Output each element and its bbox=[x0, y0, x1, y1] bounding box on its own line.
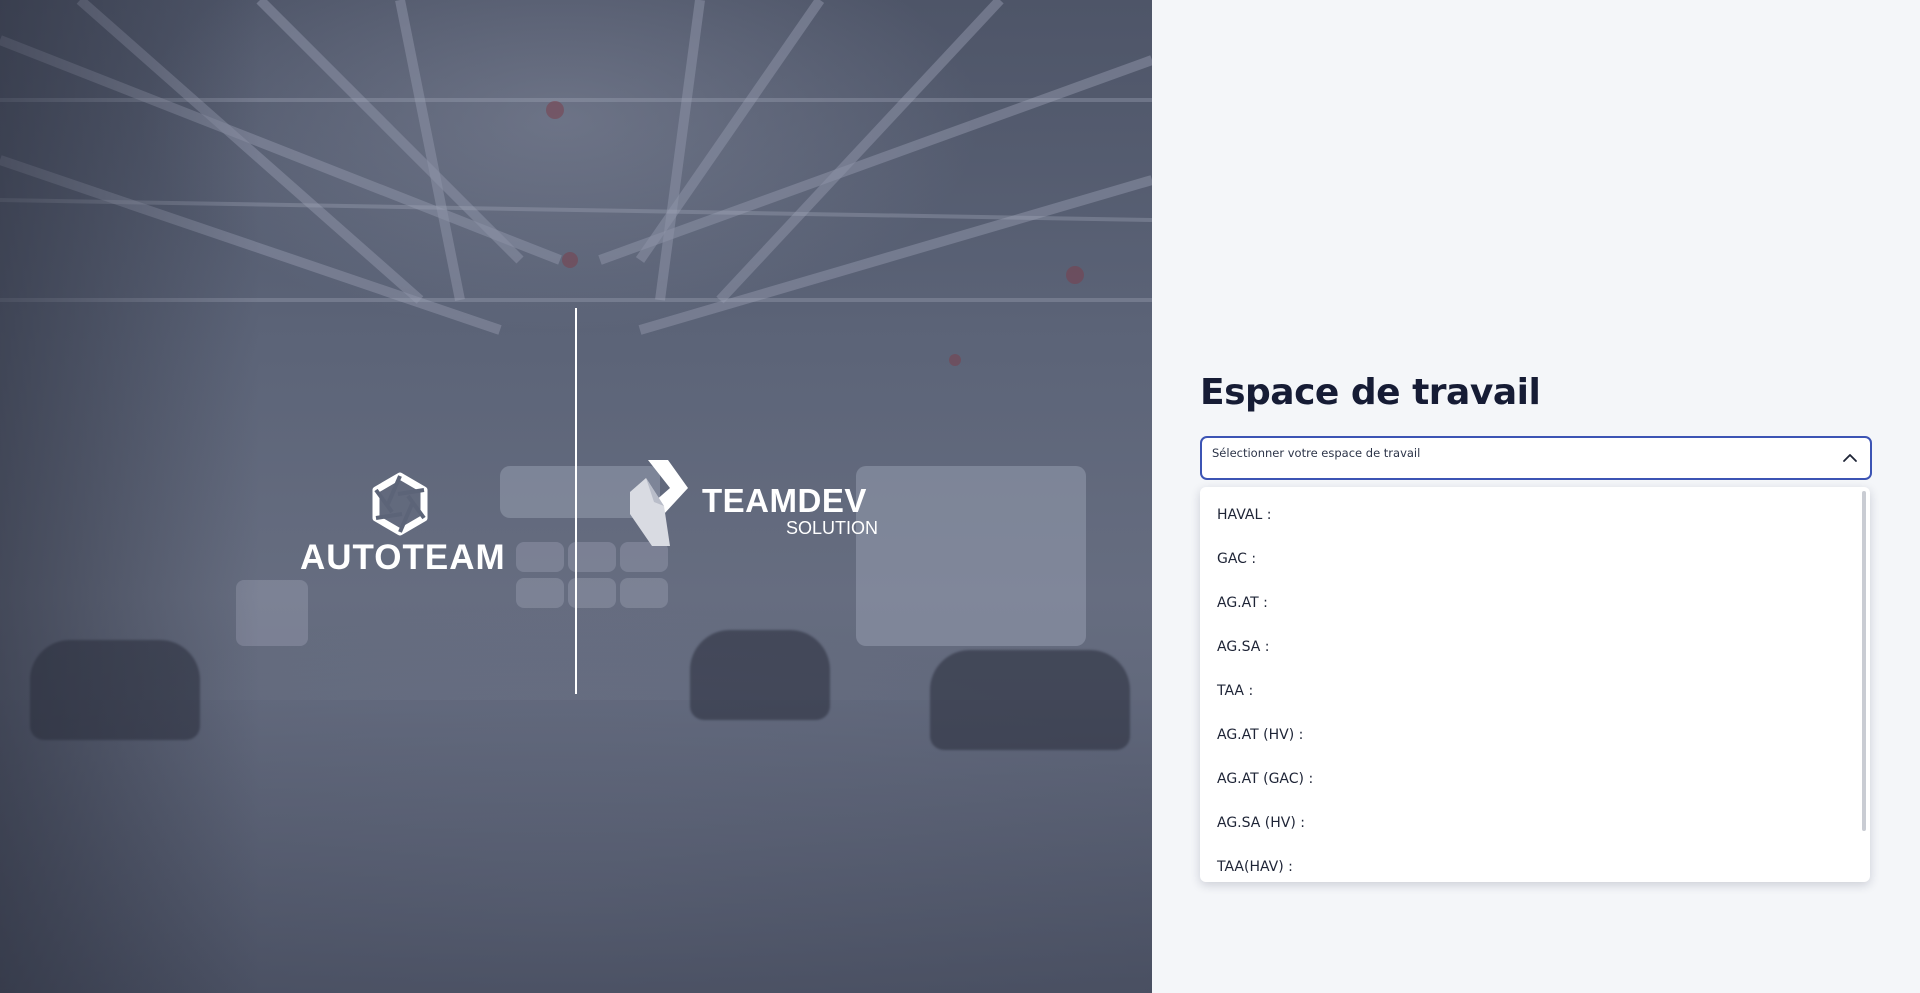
workspace-option[interactable]: AG.AT (HV) : bbox=[1200, 713, 1870, 757]
car-silhouette bbox=[690, 630, 830, 720]
garage-door-shape bbox=[856, 466, 1086, 646]
autoteam-logo: AUTOTEAM bbox=[300, 470, 506, 580]
workspace-option[interactable]: AG.SA : bbox=[1200, 625, 1870, 669]
workspace-option-list: HAVAL : GAC : AG.AT : AG.SA : TAA : AG.A… bbox=[1200, 493, 1870, 882]
teamdev-logo: TEAMDEV SOLUTION bbox=[624, 458, 884, 548]
workspace-select[interactable]: Sélectionner votre espace de travail bbox=[1200, 436, 1872, 480]
page-title: Espace de travail bbox=[1200, 372, 1541, 413]
workspace-select-placeholder: Sélectionner votre espace de travail bbox=[1212, 446, 1421, 460]
dropdown-scrollbar-thumb[interactable] bbox=[1862, 491, 1866, 831]
window-shape bbox=[620, 578, 668, 608]
workspace-option[interactable]: GAC : bbox=[1200, 537, 1870, 581]
window-shape bbox=[516, 578, 564, 608]
logo-divider bbox=[575, 308, 577, 694]
workspace-option[interactable]: TAA : bbox=[1200, 669, 1870, 713]
workspace-option[interactable]: AG.AT : bbox=[1200, 581, 1870, 625]
autoteam-wordmark: AUTOTEAM bbox=[300, 538, 506, 577]
chevron-up-icon[interactable] bbox=[1842, 450, 1858, 466]
workspace-option[interactable]: HAVAL : bbox=[1200, 493, 1870, 537]
teamdev-subtitle: SOLUTION bbox=[786, 518, 879, 538]
workspace-panel: Espace de travail Sélectionner votre esp… bbox=[1152, 0, 1920, 993]
dropdown-scrollbar[interactable] bbox=[1861, 491, 1866, 878]
workspace-option[interactable]: TAA(HAV) : bbox=[1200, 845, 1870, 882]
teamdev-wordmark: TEAMDEV bbox=[702, 482, 867, 519]
window-shape bbox=[516, 542, 564, 572]
hero-shadow-overlay bbox=[0, 0, 260, 993]
workspace-option[interactable]: AG.SA (HV) : bbox=[1200, 801, 1870, 845]
workspace-option[interactable]: AG.AT (GAC) : bbox=[1200, 757, 1870, 801]
hero-background-image: AUTOTEAM TEAMDEV SOLUTION bbox=[0, 0, 1152, 993]
autoteam-hexagon-icon bbox=[372, 472, 428, 536]
car-silhouette bbox=[930, 650, 1130, 750]
teamdev-chevron-icon bbox=[630, 460, 688, 546]
workspace-dropdown-menu: HAVAL : GAC : AG.AT : AG.SA : TAA : AG.A… bbox=[1200, 487, 1870, 882]
